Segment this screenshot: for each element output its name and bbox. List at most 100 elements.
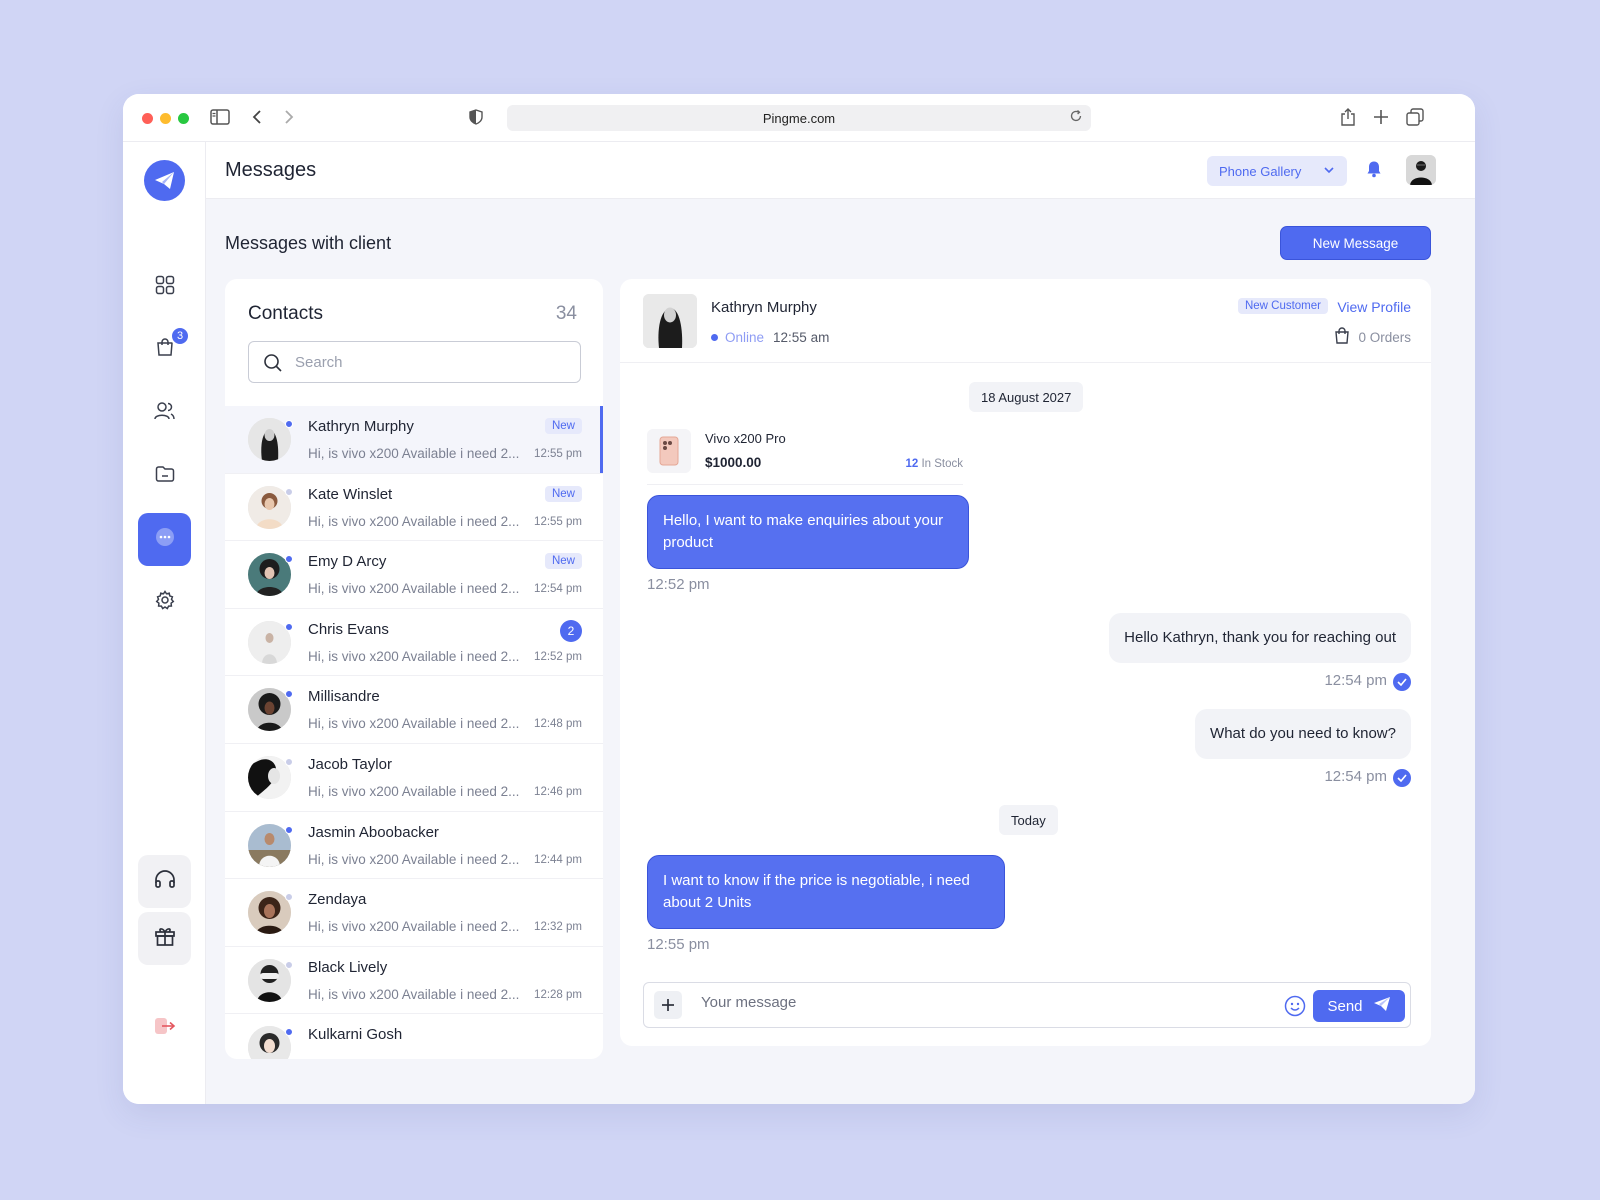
view-profile-link[interactable]: View Profile — [1337, 299, 1411, 315]
messages-nav[interactable] — [138, 513, 191, 566]
online-dot — [285, 690, 293, 699]
shopping-bag-icon — [1334, 327, 1350, 347]
settings-nav[interactable] — [138, 576, 191, 629]
contact-time: 12:55 pm — [534, 448, 582, 460]
contact-row[interactable]: Emy D Arcy New Hi, is vivo x200 Availabl… — [225, 541, 603, 609]
online-dot — [285, 1028, 293, 1037]
main-content: Messages with client New Message Contact… — [206, 199, 1475, 1104]
store-select[interactable]: Phone Gallery — [1207, 156, 1347, 186]
shield-icon[interactable] — [465, 106, 487, 128]
share-icon[interactable] — [1337, 106, 1359, 128]
contact-preview: Hi, is vivo x200 Available i need 2... — [308, 851, 520, 867]
contact-time: 12:46 pm — [534, 785, 582, 798]
contact-name: Emy D Arcy — [308, 553, 387, 571]
maximize-window-button[interactable] — [178, 113, 189, 124]
minimize-window-button[interactable] — [160, 113, 171, 124]
contact-time: 12:54 pm — [534, 583, 582, 596]
files-nav[interactable] — [138, 450, 191, 503]
chat-contact-name: Kathryn Murphy — [711, 299, 817, 316]
folder-icon — [155, 465, 175, 488]
search-box[interactable] — [248, 341, 581, 383]
new-badge: New — [544, 485, 582, 502]
user-avatar[interactable] — [1406, 155, 1436, 185]
product-stock: 12 In Stock — [905, 458, 963, 470]
customer-badge: New Customer — [1237, 298, 1328, 314]
back-icon[interactable] — [246, 106, 268, 128]
contact-row[interactable]: Jacob Taylor Hi, is vivo x200 Available … — [225, 744, 603, 812]
contact-row[interactable]: Chris Evans 2 Hi, is vivo x200 Available… — [225, 609, 603, 677]
app-logo[interactable] — [144, 160, 185, 201]
incoming-message: Hello, I want to make enquiries about yo… — [647, 495, 969, 569]
new-badge: New — [544, 553, 582, 570]
top-header: Messages Phone Gallery — [206, 142, 1475, 199]
section-title: Messages with client — [225, 233, 392, 253]
new-message-button[interactable]: New Message — [1280, 226, 1431, 260]
contact-row[interactable]: Jasmin Aboobacker Hi, is vivo x200 Avail… — [225, 812, 603, 880]
contact-row[interactable]: Kulkarni Gosh — [225, 1014, 603, 1059]
contact-row[interactable]: Millisandre Hi, is vivo x200 Available i… — [225, 676, 603, 744]
contact-time: 12:28 pm — [534, 988, 582, 1001]
orders-count: 0 Orders — [1334, 327, 1411, 347]
contact-name: Kulkarni Gosh — [308, 1026, 403, 1044]
new-badge: New — [544, 418, 582, 434]
contact-time: 12:48 pm — [534, 718, 582, 731]
cart-badge: 3 — [170, 326, 190, 346]
close-window-button[interactable] — [142, 113, 153, 124]
status-time: 12:55 am — [773, 330, 830, 345]
contacts-title: Contacts — [248, 303, 323, 324]
orders-text: 0 Orders — [1358, 329, 1411, 345]
browser-toolbar: Pingme.com — [123, 94, 1475, 142]
logout-icon — [154, 1016, 176, 1041]
status-text: Online — [725, 330, 765, 345]
forward-icon[interactable] — [278, 106, 300, 128]
address-bar[interactable]: Pingme.com — [507, 105, 1091, 131]
tabs-overview-icon[interactable] — [1404, 106, 1426, 128]
message-time: 12:55 pm — [647, 936, 710, 953]
online-dot — [711, 334, 718, 341]
customers-nav[interactable] — [138, 387, 191, 440]
contact-name: Jasmin Aboobacker — [308, 823, 439, 841]
contact-row[interactable]: Kathryn Murphy New Hi, is vivo x200 Avai… — [225, 406, 603, 474]
chat-status: Online 12:55 am — [711, 330, 829, 345]
reload-icon[interactable] — [1069, 109, 1083, 126]
message-time: 12:52 pm — [647, 576, 710, 593]
contact-preview: Hi, is vivo x200 Available i need 2... — [308, 986, 520, 1002]
stock-label: In Stock — [921, 458, 963, 470]
chat-contact-avatar[interactable] — [643, 294, 697, 348]
today-divider: Today — [999, 805, 1058, 835]
new-tab-icon[interactable] — [1370, 106, 1392, 128]
message-input[interactable] — [701, 994, 1261, 1011]
logout-nav[interactable] — [138, 1002, 191, 1055]
product-card[interactable]: Vivo x200 Pro $1000.00 12 In Stock — [647, 429, 963, 485]
search-input[interactable] — [295, 353, 580, 371]
read-check-icon — [1393, 673, 1411, 691]
contact-name: Jacob Taylor — [308, 755, 392, 773]
offline-dot — [285, 757, 293, 766]
online-dot — [285, 825, 293, 834]
contact-name: Zendaya — [308, 891, 367, 909]
attach-button[interactable] — [654, 991, 682, 1019]
offline-dot — [285, 960, 293, 969]
contacts-panel: Contacts 34 Kathryn Murphy New Hi, is vi… — [225, 279, 603, 1059]
rewards-nav[interactable] — [138, 912, 191, 965]
contact-time: 12:44 pm — [534, 853, 582, 866]
outgoing-message: Hello Kathryn, thank you for reaching ou… — [1109, 613, 1411, 663]
contact-row[interactable]: Zendaya Hi, is vivo x200 Available i nee… — [225, 879, 603, 947]
emoji-icon[interactable] — [1284, 995, 1306, 1022]
send-button[interactable]: Send — [1313, 990, 1405, 1022]
page-title: Messages — [225, 159, 317, 181]
outgoing-message: What do you need to know? — [1195, 709, 1411, 759]
bell-icon[interactable] — [1366, 160, 1382, 183]
orders-nav[interactable]: 3 — [138, 323, 191, 376]
contact-name: Kathryn Murphy — [308, 418, 414, 435]
sidebar-toggle-icon[interactable] — [209, 106, 231, 128]
contact-time: 12:55 pm — [534, 515, 582, 528]
online-dot — [285, 555, 293, 564]
store-select-label: Phone Gallery — [1219, 163, 1302, 179]
contact-row[interactable]: Black Lively Hi, is vivo x200 Available … — [225, 947, 603, 1015]
support-nav[interactable] — [138, 855, 191, 908]
contact-row[interactable]: Kate Winslet New Hi, is vivo x200 Availa… — [225, 474, 603, 542]
dashboard-nav[interactable] — [138, 261, 191, 314]
contact-preview: Hi, is vivo x200 Available i need 2... — [308, 919, 520, 935]
contact-preview: Hi, is vivo x200 Available i need 2... — [308, 513, 520, 529]
